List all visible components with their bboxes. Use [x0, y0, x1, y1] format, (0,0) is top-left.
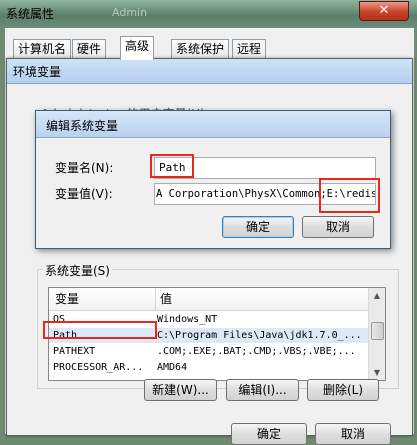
env-dialog-title: 环境变量	[13, 65, 62, 79]
row-value: .COM;.EXE;.BAT;.CMD;.VBS;.VBE;...	[157, 346, 356, 357]
env-ok-button[interactable]: 确定	[231, 423, 307, 445]
variable-value-text: A Corporation\PhysX\Common;E:\redis	[156, 188, 376, 200]
row-value: C:\Program Files\Java\jdk1.7.0_...	[157, 330, 362, 341]
variable-name-label: 变量名(N):	[55, 161, 114, 175]
variable-value-label: 变量值(V):	[55, 187, 113, 201]
edit-dialog-title: 编辑系统变量	[46, 119, 119, 133]
row-variable: PATHEXT	[53, 346, 96, 357]
variable-name-text: Path	[159, 161, 186, 174]
scroll-thumb[interactable]	[371, 322, 384, 340]
edit-ok-button[interactable]: 确定	[222, 216, 294, 238]
background-window-ghost: Admin	[112, 6, 148, 19]
row-value: Windows_NT	[157, 314, 218, 325]
tab-remote[interactable]: 远程	[232, 39, 267, 59]
tab-computer-name[interactable]: 计算机名	[13, 39, 72, 59]
tab-advanced[interactable]: 高级	[120, 36, 155, 60]
scroll-up-icon[interactable]: ▲	[369, 288, 385, 303]
row-value: AMD64	[157, 362, 188, 373]
list-scrollbar[interactable]: ▲ ▼	[368, 288, 385, 380]
env-dialog-titlebar: 环境变量	[7, 59, 412, 84]
variable-name-input[interactable]: Path	[154, 157, 376, 179]
close-icon: ✕	[378, 3, 390, 18]
tab-system-protection[interactable]: 系统保护	[171, 39, 230, 59]
edit-system-variable-dialog: 编辑系统变量 变量名(N): Path 变量值(V): A Corporatio…	[35, 110, 391, 249]
edit-dialog-titlebar: 编辑系统变量	[36, 111, 390, 138]
tab-hardware[interactable]: 硬件	[72, 39, 107, 59]
table-row[interactable]: PROCESSOR_AR... AMD64	[49, 360, 369, 375]
new-button[interactable]: 新建(W)...	[144, 379, 217, 401]
scroll-down-icon[interactable]: ▼	[369, 365, 385, 380]
edit-button[interactable]: 编辑(I)...	[226, 379, 299, 401]
row-variable: OS	[53, 314, 66, 325]
list-header: 变量 值	[49, 288, 369, 311]
window-title: 系统属性	[6, 7, 55, 21]
system-variables-label: 系统变量(S)	[43, 262, 112, 279]
row-variable: Path	[53, 330, 78, 341]
column-header-variable[interactable]: 变量	[55, 288, 79, 310]
delete-button[interactable]: 删除(L)	[307, 379, 379, 401]
close-button[interactable]: ✕	[359, 1, 409, 21]
column-header-value[interactable]: 值	[155, 288, 172, 310]
env-cancel-button[interactable]: 取消	[315, 423, 391, 445]
system-variables-list[interactable]: 变量 值 OS Windows_NT Path C:\Program Files…	[48, 287, 386, 381]
table-row-selected[interactable]: Path C:\Program Files\Java\jdk1.7.0_...	[49, 328, 369, 343]
variable-value-input[interactable]: A Corporation\PhysX\Common;E:\redis	[154, 183, 376, 205]
table-row[interactable]: PATHEXT .COM;.EXE;.BAT;.CMD;.VBS;.VBE;..…	[49, 344, 369, 359]
row-variable: PROCESSOR_AR...	[53, 362, 144, 373]
table-row[interactable]: OS Windows_NT	[49, 312, 369, 327]
system-properties-titlebar: 系统属性 Admin ✕	[0, 0, 417, 28]
edit-cancel-button[interactable]: 取消	[302, 216, 374, 238]
